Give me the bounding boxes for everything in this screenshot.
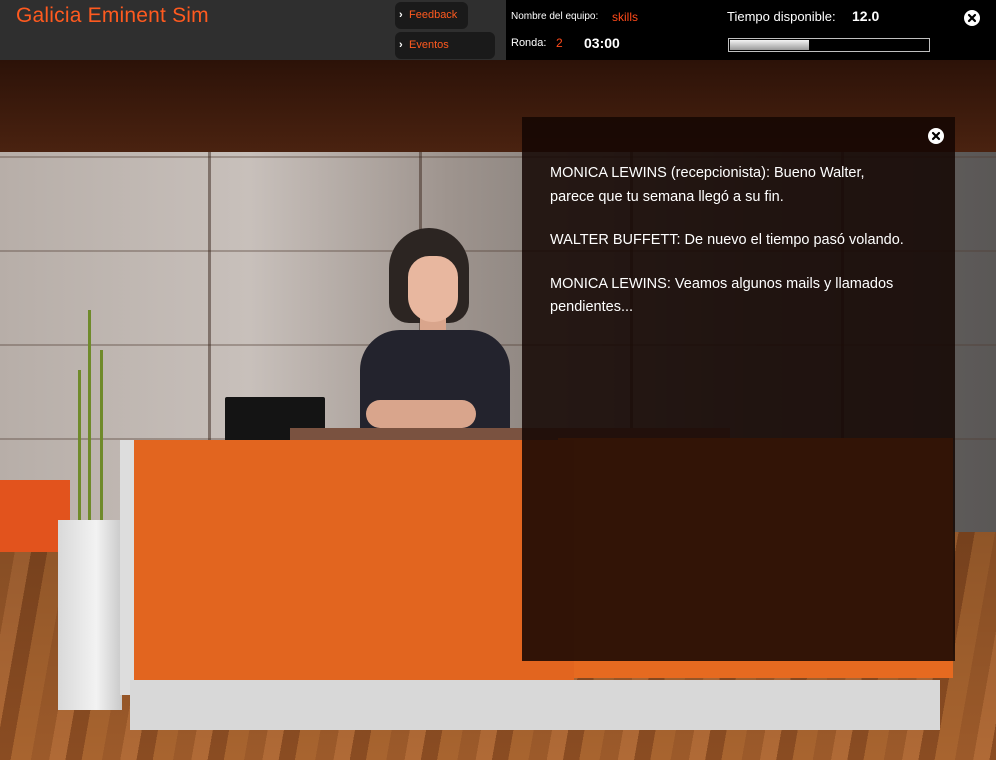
close-icon[interactable] bbox=[928, 128, 944, 144]
team-value: skills bbox=[612, 10, 638, 24]
dialog-panel: MONICA LEWINS (recepcionista): Bueno Wal… bbox=[522, 117, 955, 661]
chevron-right-icon: › bbox=[399, 39, 403, 51]
close-icon[interactable] bbox=[964, 10, 980, 26]
app-title: Galicia Eminent Sim bbox=[16, 4, 209, 27]
planter bbox=[58, 520, 122, 710]
receptionist-arms bbox=[366, 400, 476, 428]
status-panel: Nombre del equipo: skills Ronda: 2 03:00… bbox=[506, 0, 996, 60]
dialog-line: MONICA LEWINS (recepcionista): Bueno Wal… bbox=[550, 165, 865, 205]
team-label: Nombre del equipo: bbox=[511, 11, 599, 22]
round-timer: 03:00 bbox=[584, 35, 620, 51]
dialog-text: MONICA LEWINS (recepcionista): Bueno Wal… bbox=[550, 162, 910, 340]
chevron-right-icon: › bbox=[399, 9, 403, 21]
available-time-label: Tiempo disponible: bbox=[727, 9, 836, 24]
previous-events-button[interactable]: ›Eventos Previos bbox=[395, 32, 495, 78]
top-bar: Galicia Eminent Sim › Feedback ›Eventos P… bbox=[0, 0, 996, 78]
available-time-progress-fill bbox=[730, 40, 809, 50]
feedback-label: Feedback bbox=[409, 9, 458, 21]
receptionist-face bbox=[408, 256, 458, 322]
available-time-progress bbox=[728, 38, 930, 52]
reception-desk-front bbox=[120, 440, 574, 695]
feedback-button[interactable]: › Feedback bbox=[395, 2, 468, 29]
available-time-value: 12.0 bbox=[852, 8, 880, 24]
dialog-line: MONICA LEWINS: Veamos algunos mails y ll… bbox=[550, 275, 894, 316]
plant-stem bbox=[88, 310, 91, 525]
plant-stem bbox=[100, 350, 103, 525]
reception-desk-base bbox=[130, 680, 940, 730]
round-value: 2 bbox=[556, 36, 563, 50]
round-label: Ronda: bbox=[511, 37, 547, 49]
dialog-line: WALTER BUFFETT: De nuevo el tiempo pasó … bbox=[550, 232, 904, 248]
plant-stem bbox=[78, 370, 81, 525]
